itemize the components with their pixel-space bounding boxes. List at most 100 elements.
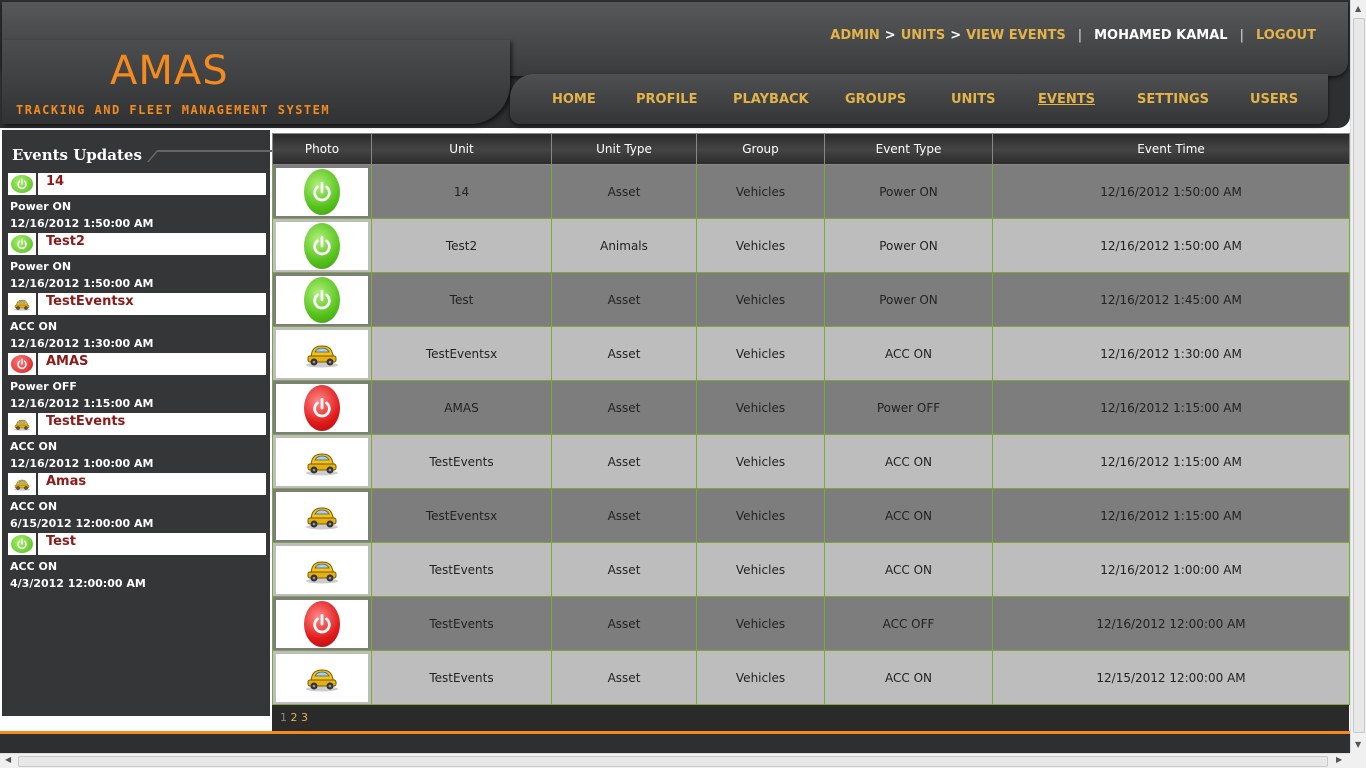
vertical-scroll-thumb[interactable] <box>1353 18 1365 733</box>
unit-cell: 14 <box>371 164 552 219</box>
main-nav: HOME PROFILE PLAYBACK GROUPS UNITS EVENT… <box>540 92 1310 107</box>
sidebar-title-divider <box>146 150 276 162</box>
nav-item-home[interactable]: HOME <box>540 92 636 107</box>
nav-item-events[interactable]: EVENTS <box>1038 92 1137 107</box>
sidebar-unit-name[interactable]: TestEventsx <box>38 293 266 315</box>
event-time-cell: 12/15/2012 12:00:00 AM <box>992 650 1350 705</box>
unit-cell: TestEventsx <box>371 488 552 543</box>
sidebar-event-header: TestEvents <box>8 413 266 435</box>
unit-cell: Test2 <box>371 218 552 273</box>
table-row[interactable]: TestEventsx Asset Vehicles ACC ON 12/16/2012… <box>272 326 1350 381</box>
unit-type-cell: Asset <box>551 596 697 651</box>
sidebar-event-item[interactable]: Amas ACC ON 6/15/2012 12:00:00 AM <box>8 473 266 533</box>
sidebar-unit-name[interactable]: TestEvents <box>38 413 266 435</box>
photo-cell <box>272 218 372 273</box>
scroll-right-arrow-icon[interactable]: ▶ <box>1336 755 1342 764</box>
sidebar-event-item[interactable]: Test ACC ON 4/3/2012 12:00:00 AM <box>8 533 266 593</box>
topbar-divider: | <box>1077 28 1083 43</box>
car-icon <box>8 293 36 315</box>
event-time-cell: 12/16/2012 1:30:00 AM <box>992 326 1350 381</box>
nav-item-profile[interactable]: PROFILE <box>636 92 733 107</box>
page-2[interactable]: 2 <box>291 711 298 724</box>
table-row[interactable]: TestEventsx Asset Vehicles ACC ON 12/16/2012… <box>272 488 1350 543</box>
event-type-cell: Power ON <box>824 164 993 219</box>
column-header-photo[interactable]: Photo <box>272 133 372 165</box>
nav-item-settings[interactable]: SETTINGS <box>1137 92 1250 107</box>
event-time-cell: 12/16/2012 1:15:00 AM <box>992 380 1350 435</box>
sidebar-event-type: ACC ON <box>10 500 58 513</box>
event-type-cell: ACC OFF <box>824 596 993 651</box>
table-row[interactable]: 14 Asset Vehicles Power ON 12/16/2012 1:50:0… <box>272 164 1350 219</box>
sidebar-unit-name[interactable]: 14 <box>38 173 266 195</box>
page-3[interactable]: 3 <box>301 711 308 724</box>
sidebar-event-item[interactable]: TestEvents ACC ON 12/16/2012 1:00:00 AM <box>8 413 266 473</box>
nav-item-groups[interactable]: GROUPS <box>845 92 951 107</box>
unit-cell: Test <box>371 272 552 327</box>
page-1[interactable]: 1 <box>280 711 287 724</box>
sidebar-event-header: 14 <box>8 173 266 195</box>
breadcrumb-units[interactable]: UNITS <box>901 28 946 43</box>
unit-type-cell: Asset <box>551 542 697 597</box>
power-off-icon <box>276 599 368 648</box>
event-type-cell: ACC ON <box>824 650 993 705</box>
photo-cell <box>272 380 372 435</box>
sidebar-event-header: AMAS <box>8 353 266 375</box>
table-row[interactable]: TestEvents Asset Vehicles ACC ON 12/16/2012 … <box>272 542 1350 597</box>
sidebar-event-time: 12/16/2012 1:50:00 AM <box>10 277 154 290</box>
unit-cell: TestEvents <box>371 596 552 651</box>
events-table: Photo Unit Unit Type Group Event Type Ev… <box>272 133 1350 705</box>
event-type-cell: Power ON <box>824 272 993 327</box>
event-time-cell: 12/16/2012 1:45:00 AM <box>992 272 1350 327</box>
column-header-unit-type[interactable]: Unit Type <box>551 133 697 165</box>
car-icon <box>276 653 368 702</box>
table-row[interactable]: TestEvents Asset Vehicles ACC ON 12/16/2012 … <box>272 434 1350 489</box>
table-row[interactable]: Test2 Animals Vehicles Power ON 12/16/2012 1… <box>272 218 1350 273</box>
sidebar-event-item[interactable]: TestEventsx ACC ON 12/16/2012 1:30:00 AM <box>8 293 266 353</box>
table-header-row: Photo Unit Unit Type Group Event Type Ev… <box>272 133 1350 165</box>
sidebar-event-item[interactable]: Test2 Power ON 12/16/2012 1:50:00 AM <box>8 233 266 293</box>
photo-cell <box>272 326 372 381</box>
unit-type-cell: Asset <box>551 272 697 327</box>
logout-link[interactable]: LOGOUT <box>1256 28 1316 43</box>
events-sidebar: Events Updates 14 Power ON 12/16/2012 1:50… <box>2 130 276 716</box>
group-cell: Vehicles <box>696 164 825 219</box>
table-row[interactable]: Test Asset Vehicles Power ON 12/16/2012 1:45… <box>272 272 1350 327</box>
group-cell: Vehicles <box>696 488 825 543</box>
sidebar-unit-name[interactable]: Test2 <box>38 233 266 255</box>
pagination: 1 2 3 <box>280 711 308 724</box>
sidebar-event-item[interactable]: AMAS Power OFF 12/16/2012 1:15:00 AM <box>8 353 266 413</box>
scroll-down-arrow-icon[interactable]: ▼ <box>1355 740 1361 749</box>
sidebar-event-type: Power ON <box>10 200 72 213</box>
event-time-cell: 12/16/2012 1:50:00 AM <box>992 218 1350 273</box>
column-header-event-type[interactable]: Event Type <box>824 133 993 165</box>
unit-cell: TestEvents <box>371 650 552 705</box>
breadcrumb-admin[interactable]: ADMIN <box>830 28 880 43</box>
scroll-up-arrow-icon[interactable]: ▲ <box>1355 4 1361 13</box>
power-on-icon <box>8 533 36 555</box>
column-header-event-time[interactable]: Event Time <box>992 133 1350 165</box>
event-type-cell: ACC ON <box>824 434 993 489</box>
table-row[interactable]: TestEvents Asset Vehicles ACC OFF 12/16/2012… <box>272 596 1350 651</box>
horizontal-scrollbar[interactable]: ◀ ▶ <box>0 753 1350 768</box>
photo-cell <box>272 542 372 597</box>
sidebar-unit-name[interactable]: AMAS <box>38 353 266 375</box>
column-header-group[interactable]: Group <box>696 133 825 165</box>
table-row[interactable]: AMAS Asset Vehicles Power OFF 12/16/2012 1:1… <box>272 380 1350 435</box>
sidebar-event-time: 12/16/2012 1:30:00 AM <box>10 337 154 350</box>
nav-item-units[interactable]: UNITS <box>951 92 1038 107</box>
scroll-left-arrow-icon[interactable]: ◀ <box>5 755 11 764</box>
vertical-scrollbar[interactable]: ▲ ▼ <box>1350 0 1366 753</box>
sidebar-event-item[interactable]: 14 Power ON 12/16/2012 1:50:00 AM <box>8 173 266 233</box>
sidebar-unit-name[interactable]: Amas <box>38 473 266 495</box>
breadcrumb-view-events[interactable]: VIEW EVENTS <box>966 28 1066 43</box>
table-row[interactable]: TestEvents Asset Vehicles ACC ON 12/15/2012 … <box>272 650 1350 705</box>
column-header-unit[interactable]: Unit <box>371 133 552 165</box>
nav-item-playback[interactable]: PLAYBACK <box>733 92 845 107</box>
nav-item-users[interactable]: USERS <box>1250 92 1310 107</box>
group-cell: Vehicles <box>696 326 825 381</box>
logo-title[interactable]: AMAS <box>110 48 229 94</box>
sidebar-unit-name[interactable]: Test <box>38 533 266 555</box>
power-off-icon <box>8 353 36 375</box>
horizontal-scroll-thumb[interactable] <box>18 756 1328 767</box>
unit-cell: AMAS <box>371 380 552 435</box>
